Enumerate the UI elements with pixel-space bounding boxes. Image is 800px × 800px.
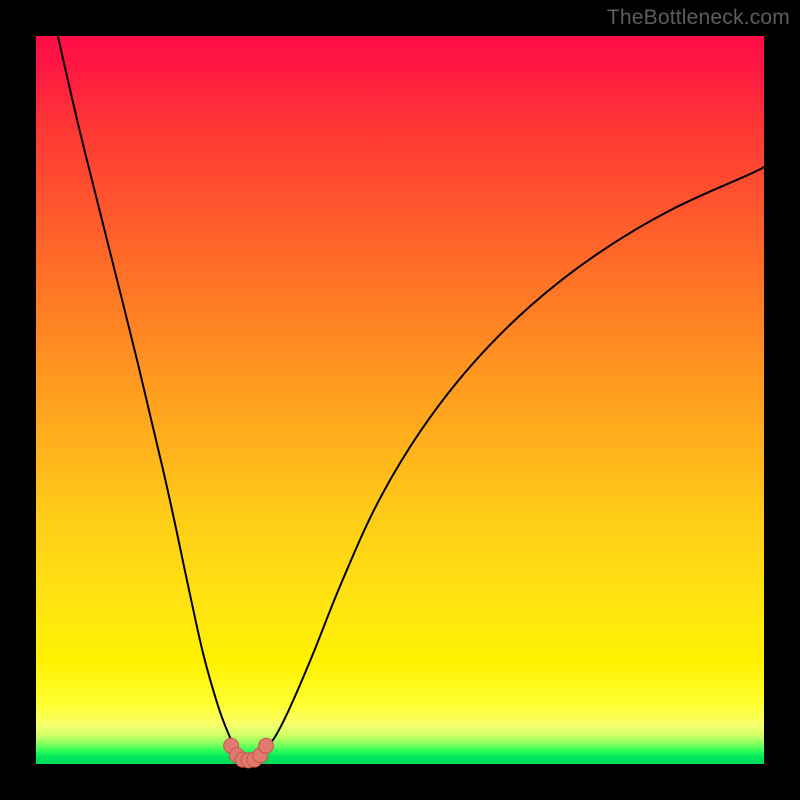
plot-area — [36, 36, 764, 764]
chart-frame: TheBottleneck.com — [0, 0, 800, 800]
watermark-text: TheBottleneck.com — [607, 6, 790, 30]
valley-marker-dot — [259, 738, 274, 753]
bottleneck-curve-right-branch — [265, 167, 764, 749]
curve-layer — [36, 36, 764, 764]
bottleneck-curve-left-branch — [58, 36, 236, 749]
